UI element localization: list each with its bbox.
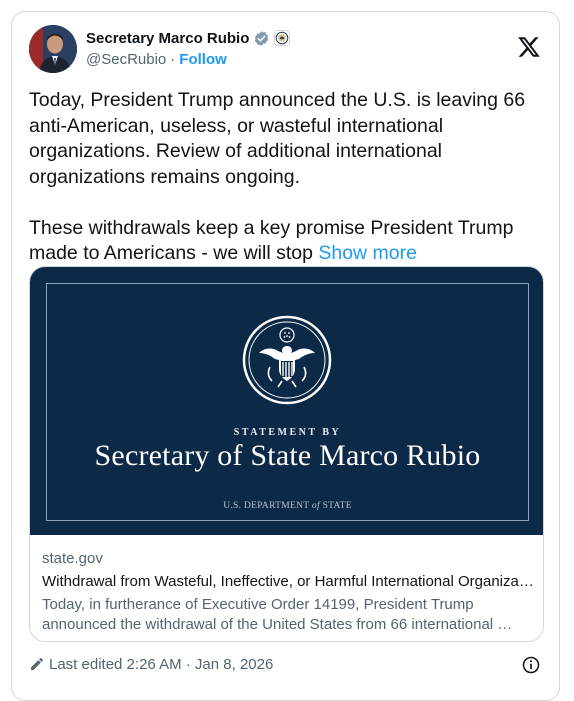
link-preview-meta: state.gov Withdrawal from Wasteful, Inef… [42, 550, 537, 635]
department-prefix: U.S. DEPARTMENT [223, 501, 312, 511]
pencil-icon [29, 656, 45, 672]
link-description: Today, in furtherance of Executive Order… [42, 596, 513, 633]
author-names: Secretary Marco Rubio @SecRubio · Follow [86, 28, 291, 68]
link-preview-card[interactable]: STATEMENT BY Secretary of State Marco Ru… [29, 266, 544, 642]
tweet-embed-card: Secretary Marco Rubio @SecRubio · Follow… [11, 11, 560, 701]
x-logo-icon[interactable] [517, 35, 541, 59]
tweet-text: Today, President Trump announced the U.S… [29, 88, 549, 267]
verified-check-icon [253, 30, 270, 47]
link-title[interactable]: Withdrawal from Wasteful, Ineffective, o… [42, 573, 537, 593]
state-department-seal-icon [274, 30, 291, 46]
tweet-header: Secretary Marco Rubio @SecRubio · Follow [29, 25, 545, 75]
info-icon[interactable] [521, 655, 541, 675]
great-seal-icon [242, 315, 332, 405]
department-of: of [311, 501, 320, 511]
link-domain: state.gov [42, 550, 103, 567]
tweet-paragraph-2-text: These withdrawals keep a key promise Pre… [29, 216, 514, 265]
author-name[interactable]: Secretary Marco Rubio [86, 30, 249, 47]
handle-separator: · [170, 51, 176, 68]
show-more-link[interactable]: Show more [318, 242, 417, 264]
follow-button[interactable]: Follow [179, 51, 227, 68]
avatar[interactable] [29, 25, 77, 73]
last-edited-timestamp[interactable]: Last edited 2:26 AM · Jan 8, 2026 [49, 656, 273, 673]
department-suffix: STATE [319, 501, 352, 511]
tweet-paragraph-2: These withdrawals keep a key promise Pre… [29, 216, 549, 267]
department-label: U.S. DEPARTMENT of STATE [30, 501, 543, 511]
statement-headline: Secretary of State Marco Rubio [94, 439, 481, 472]
tweet-paragraph-1: Today, President Trump announced the U.S… [29, 89, 526, 188]
statement-by-label: STATEMENT BY [233, 427, 342, 438]
tweet-footer: Last edited 2:26 AM · Jan 8, 2026 [29, 653, 545, 675]
link-preview-image[interactable]: STATEMENT BY Secretary of State Marco Ru… [30, 267, 543, 535]
author-handle[interactable]: @SecRubio [86, 51, 166, 68]
